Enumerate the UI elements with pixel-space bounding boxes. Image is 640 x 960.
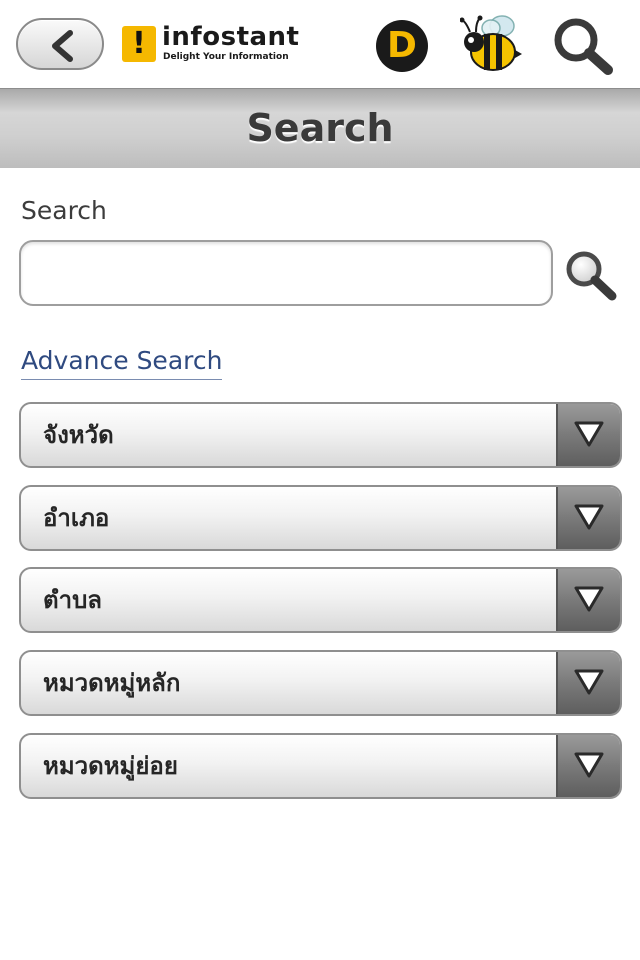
triangle-down-icon — [574, 421, 604, 447]
sub-category-select-label: หมวดหมู่ย่อย — [43, 752, 178, 780]
sub-category-dropdown-button[interactable] — [556, 735, 620, 797]
search-input[interactable] — [19, 240, 553, 306]
triangle-down-icon — [574, 504, 604, 530]
triangle-down-icon — [574, 669, 604, 695]
title-bar: Search — [0, 88, 640, 168]
advance-search-link[interactable]: Advance Search — [21, 346, 223, 380]
exclamation-logo-icon: ! — [122, 26, 156, 62]
triangle-down-icon — [574, 586, 604, 612]
district-select-label: อำเภอ — [43, 504, 110, 532]
search-label: Search — [21, 196, 107, 225]
back-button[interactable] — [16, 18, 104, 70]
subdistrict-select-label: ตำบล — [43, 586, 103, 614]
subdistrict-dropdown-button[interactable] — [556, 569, 620, 631]
bee-icon[interactable] — [460, 12, 524, 74]
page-title: Search — [246, 106, 394, 150]
district-select[interactable]: อำเภอ — [19, 485, 622, 551]
subdistrict-select[interactable]: ตำบล — [19, 567, 622, 633]
province-dropdown-button[interactable] — [556, 404, 620, 466]
search-submit-icon[interactable] — [562, 248, 618, 302]
chevron-left-icon — [52, 30, 73, 62]
logo-tagline: Delight Your Information — [163, 52, 289, 62]
main-category-select-label: หมวดหมู่หลัก — [43, 669, 181, 697]
logo-name: infostant — [162, 22, 300, 52]
triangle-down-icon — [574, 752, 604, 778]
main-category-dropdown-button[interactable] — [556, 652, 620, 714]
infostant-logo[interactable]: ! infostant Delight Your Information — [122, 22, 299, 66]
province-select-label: จังหวัด — [43, 421, 114, 449]
main-category-select[interactable]: หมวดหมู่หลัก — [19, 650, 622, 716]
top-bar: ! infostant Delight Your Information D — [0, 0, 640, 88]
d-badge-icon[interactable]: D — [376, 20, 428, 72]
sub-category-select[interactable]: หมวดหมู่ย่อย — [19, 733, 622, 799]
magnifier-icon[interactable] — [550, 16, 614, 76]
district-dropdown-button[interactable] — [556, 487, 620, 549]
province-select[interactable]: จังหวัด — [19, 402, 622, 468]
